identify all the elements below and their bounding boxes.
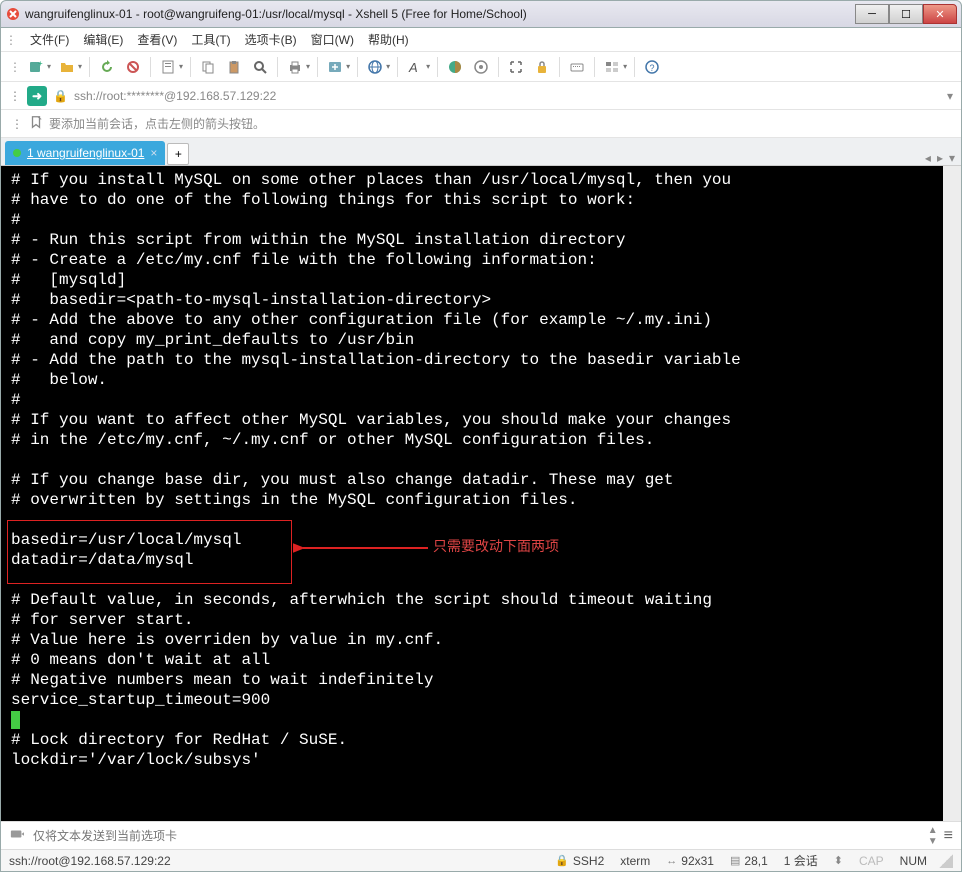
send-history-icon[interactable]: ▲▼ <box>928 825 938 847</box>
new-session-icon[interactable]: + <box>24 56 48 78</box>
bookmark-icon[interactable] <box>29 115 43 132</box>
window-titlebar: wangruifenglinux-01 - root@wangruifeng-0… <box>0 0 962 28</box>
window-title: wangruifenglinux-01 - root@wangruifeng-0… <box>25 7 855 21</box>
tab-close-icon[interactable]: × <box>150 146 157 160</box>
lock-icon: 🔒 <box>53 89 68 103</box>
status-dot-icon <box>13 149 21 157</box>
grip-icon: ⋮ <box>9 89 21 103</box>
menu-bar: ⋮ 文件(F) 编辑(E) 查看(V) 工具(T) 选项卡(B) 窗口(W) 帮… <box>1 28 961 52</box>
address-dropdown-icon[interactable]: ▾ <box>947 89 953 103</box>
xftp-icon[interactable] <box>323 56 347 78</box>
add-tab-icon[interactable]: + <box>167 143 189 165</box>
script-icon[interactable] <box>469 56 493 78</box>
status-term: xterm <box>620 854 650 868</box>
open-folder-icon[interactable] <box>55 56 79 78</box>
send-menu-icon[interactable]: ≡ <box>944 827 953 845</box>
session-nav-icon[interactable]: ⬍ <box>834 854 843 867</box>
pos-icon: ▤ <box>730 854 740 867</box>
grip-icon: ⋮ <box>9 60 20 74</box>
toolbar: ⋮ +▾ ▾ ▾ ▾ ▾ ▾ A▾ ▾ ? <box>1 52 961 82</box>
address-bar: ⋮ ➜ 🔒 ssh://root:********@192.168.57.129… <box>1 82 961 110</box>
tab-label: 1 wangruifenglinux-01 <box>27 146 144 160</box>
properties-icon[interactable] <box>156 56 180 78</box>
menu-file[interactable]: 文件(F) <box>30 31 69 48</box>
fullscreen-icon[interactable] <box>504 56 528 78</box>
paste-icon[interactable] <box>222 56 246 78</box>
disconnect-icon[interactable] <box>121 56 145 78</box>
help-icon[interactable]: ? <box>640 56 664 78</box>
callout-text: 只需要改动下面两项 <box>433 536 559 556</box>
layout-icon[interactable] <box>600 56 624 78</box>
svg-text:A: A <box>408 60 418 75</box>
menu-view[interactable]: 查看(V) <box>137 31 177 48</box>
status-sessions: 1 会话 <box>784 852 818 869</box>
print-icon[interactable] <box>283 56 307 78</box>
svg-text:+: + <box>38 59 43 68</box>
send-input[interactable] <box>33 829 920 843</box>
minimize-button[interactable]: ─ <box>855 4 889 24</box>
close-button[interactable]: ✕ <box>923 4 957 24</box>
send-icon[interactable] <box>9 827 25 844</box>
reconnect-icon[interactable] <box>95 56 119 78</box>
app-icon <box>5 6 21 22</box>
keyboard-icon[interactable] <box>565 56 589 78</box>
new-connection-button[interactable]: ➜ <box>27 86 47 106</box>
tab-menu-icon[interactable]: ▾ <box>949 151 955 165</box>
grip-icon: ⋮ <box>5 33 16 47</box>
status-num: NUM <box>900 854 927 868</box>
callout-box <box>7 520 292 584</box>
menu-help[interactable]: 帮助(H) <box>368 31 409 48</box>
status-bar: ssh://root@192.168.57.129:22 🔒 SSH2 xterm… <box>1 849 961 871</box>
search-icon[interactable] <box>248 56 272 78</box>
menu-tools[interactable]: 工具(T) <box>191 31 230 48</box>
status-pos: 28,1 <box>744 854 767 868</box>
terminal[interactable]: # If you install MySQL on some other pla… <box>1 166 961 821</box>
session-tab[interactable]: 1 wangruifenglinux-01 × <box>5 141 165 165</box>
maximize-button[interactable]: ☐ <box>889 4 923 24</box>
color-scheme-icon[interactable] <box>443 56 467 78</box>
status-proto: SSH2 <box>573 854 604 868</box>
status-size: 92x31 <box>681 854 714 868</box>
menu-window[interactable]: 窗口(W) <box>311 31 354 48</box>
copy-icon[interactable] <box>196 56 220 78</box>
tab-nav-right-icon[interactable]: ▸ <box>937 151 943 165</box>
menu-edit[interactable]: 编辑(E) <box>83 31 123 48</box>
status-connection: ssh://root@192.168.57.129:22 <box>9 854 547 868</box>
font-icon[interactable]: A <box>403 56 427 78</box>
hint-bar: ⋮ 要添加当前会话，点击左侧的箭头按钮。 <box>1 110 961 138</box>
lock-icon[interactable] <box>530 56 554 78</box>
address-text[interactable]: ssh://root:********@192.168.57.129:22 <box>74 89 941 103</box>
svg-text:?: ? <box>650 63 655 73</box>
send-bar: ▲▼ ≡ <box>1 821 961 849</box>
ssh-icon: 🔒 <box>555 854 569 867</box>
tab-nav-left-icon[interactable]: ◂ <box>925 151 931 165</box>
globe-icon[interactable] <box>363 56 387 78</box>
status-cap: CAP <box>859 854 884 868</box>
arrow-icon <box>293 533 433 563</box>
size-icon: ↔ <box>666 855 677 867</box>
menu-tabs[interactable]: 选项卡(B) <box>245 31 297 48</box>
tab-bar: 1 wangruifenglinux-01 × + ◂ ▸ ▾ <box>1 138 961 166</box>
hint-text: 要添加当前会话，点击左侧的箭头按钮。 <box>49 115 265 132</box>
grip-icon: ⋮ <box>11 117 23 131</box>
resize-grip-icon[interactable] <box>939 854 953 868</box>
